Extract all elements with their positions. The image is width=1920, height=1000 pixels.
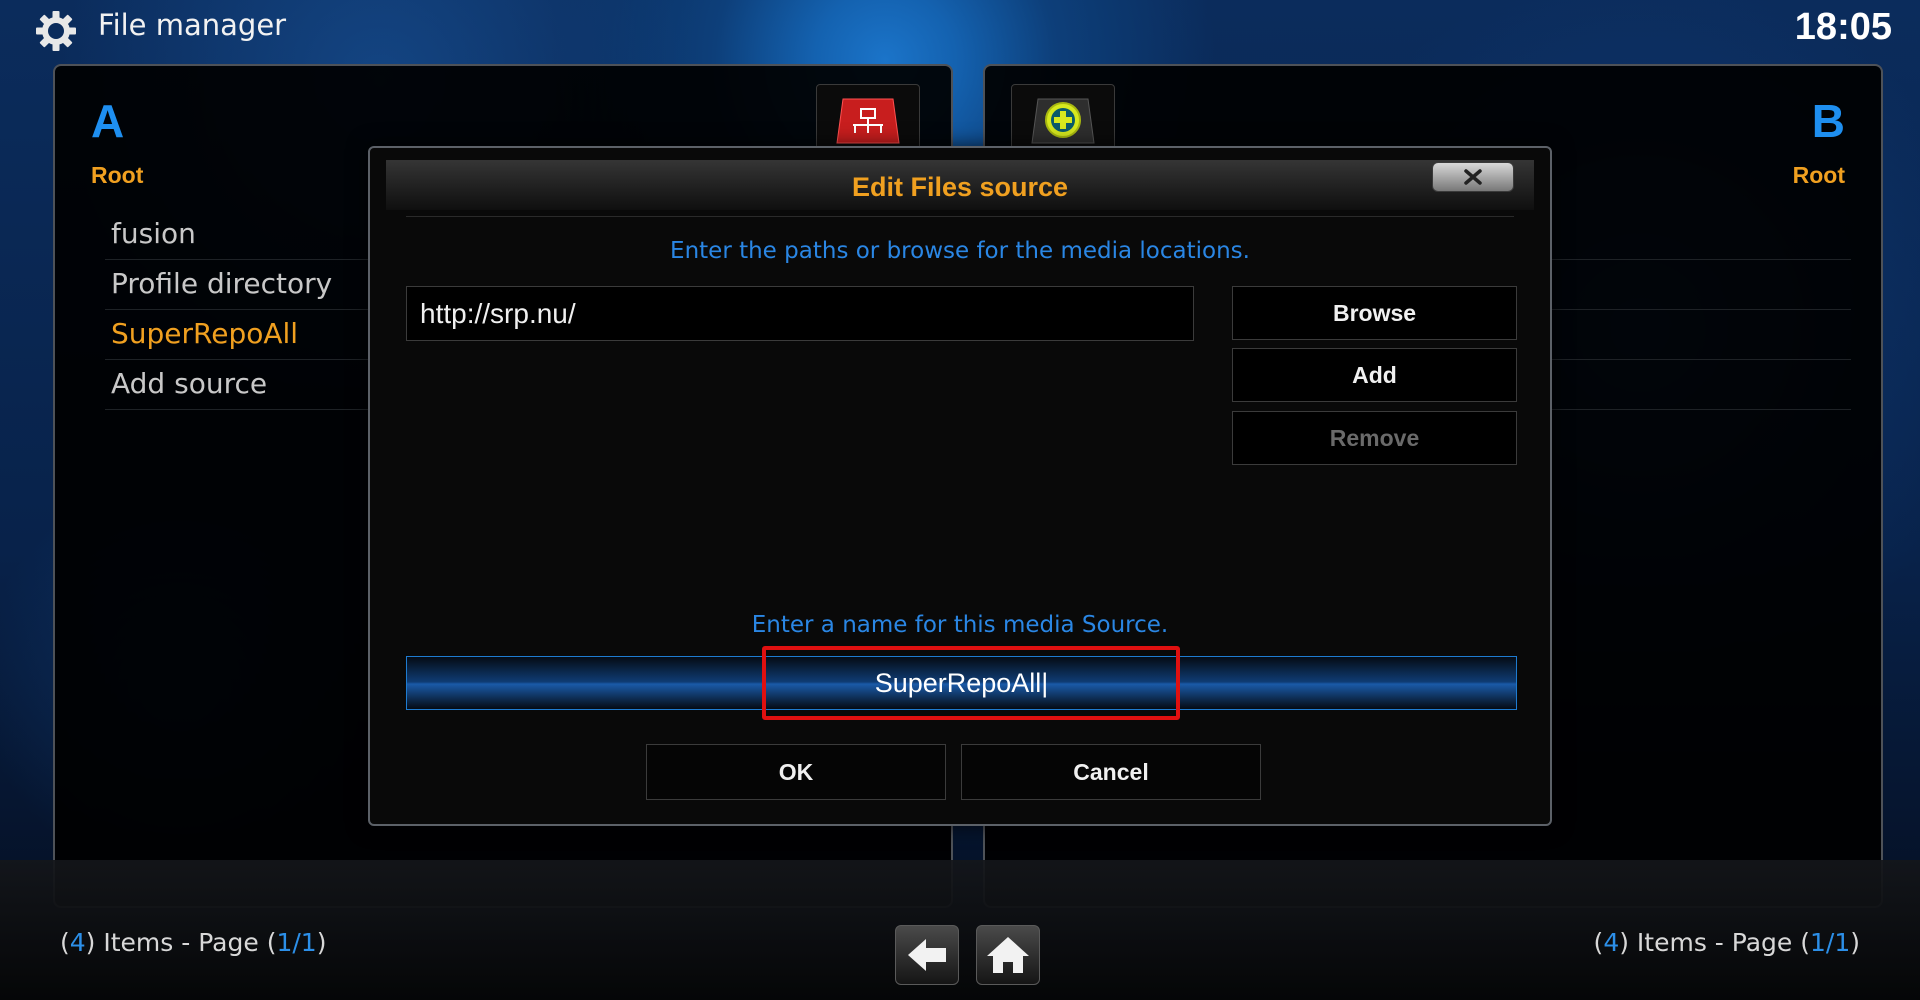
close-button[interactable] [1432,162,1514,192]
path-list-item[interactable]: http://srp.nu/ [406,286,1194,341]
home-icon [987,937,1029,973]
panel-letter-b: B [1811,95,1845,147]
highlight-annotation [762,646,1180,720]
clock: 18:05 [1794,6,1892,48]
dialog-title: Edit Files source [851,172,1069,202]
edit-source-dialog: Edit Files source Enter the paths or bro… [368,146,1552,826]
items-info-b: (4) Items - Page (1/1) [1593,928,1860,957]
cancel-button[interactable]: Cancel [961,744,1261,800]
back-arrow-icon [908,939,946,971]
browse-button[interactable]: Browse [1232,286,1517,340]
ok-button[interactable]: OK [646,744,946,800]
panel-location-a: Root [91,162,144,188]
page-title: File manager [98,8,287,42]
add-button[interactable]: Add [1232,348,1517,402]
remove-button[interactable]: Remove [1232,411,1517,465]
panel-location-b: Root [1792,162,1845,188]
paths-instruction: Enter the paths or browse for the media … [670,238,1250,264]
close-icon [1464,169,1482,185]
home-button[interactable] [976,925,1040,985]
gear-icon[interactable] [34,9,78,53]
items-info-a: (4) Items - Page (1/1) [60,928,327,957]
back-button[interactable] [895,925,959,985]
panel-letter-a: A [91,95,125,147]
name-instruction: Enter a name for this media Source. [751,612,1169,638]
